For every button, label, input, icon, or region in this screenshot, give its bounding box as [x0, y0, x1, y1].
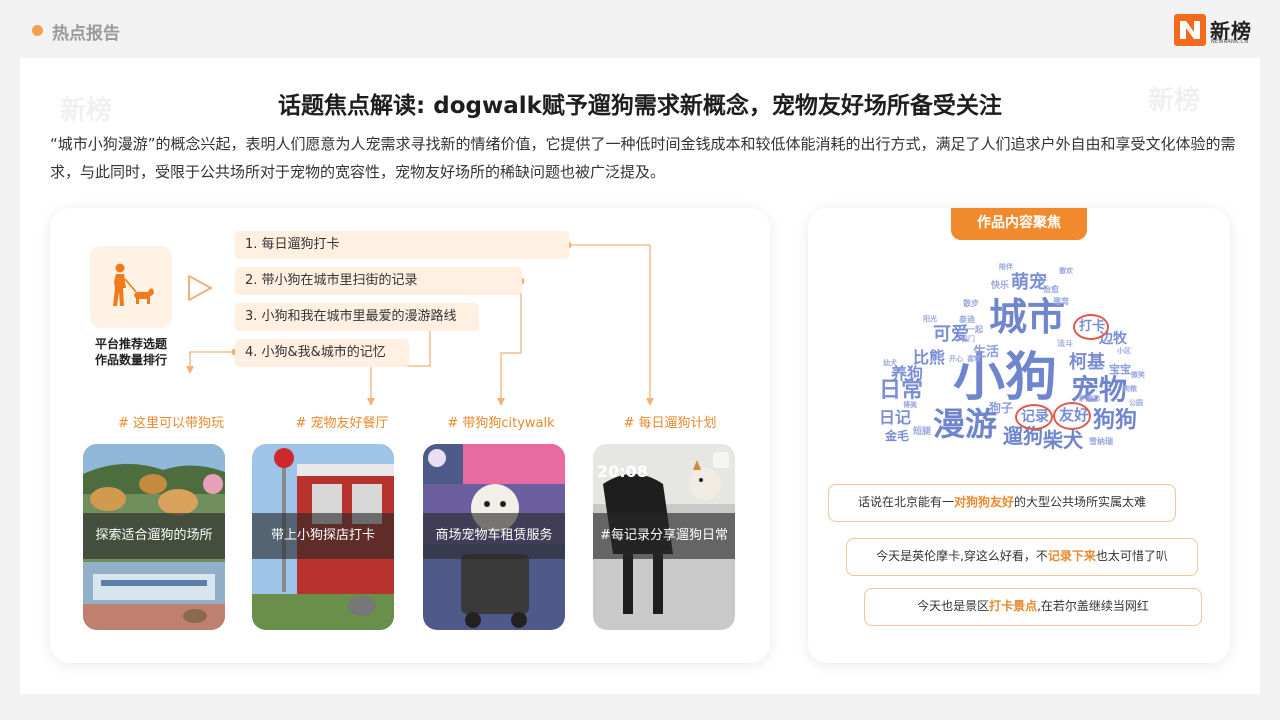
hashtag-3: # 带狗狗citywalk: [447, 416, 555, 431]
word-cloud-word: 散步: [963, 299, 979, 308]
word-cloud-word: 短腿: [913, 427, 932, 437]
word-cloud-word: 狗子: [989, 401, 1014, 415]
ranking-card: 平台推荐选题 作品数量排行 1. 每日遛狗打卡 2. 带小狗在城市里扫街的记录 …: [50, 208, 770, 663]
mall-stroller-photo: 商场宠物车租赁服务: [423, 444, 565, 630]
comment-bubble-3: 今天也是景区打卡景点,在若尔盖继续当网红: [864, 588, 1202, 626]
topic-item-3: 3. 小狗和我在城市里最爱的漫游路线: [235, 303, 479, 331]
word-cloud-word: 出门: [961, 335, 975, 343]
topic-item-4: 4. 小狗&我&城市的记忆: [235, 339, 409, 367]
content-focus-card: 作品内容聚焦 小狗 城市 漫游 宠物 日常 萌宠 可爱 比熊 生活 养狗 柯基 …: [808, 208, 1230, 663]
logo-subtext: NEWRANK.CN: [1211, 39, 1249, 45]
comment-text: 也太可惜了叭: [1095, 549, 1168, 563]
word-cloud-word: 法斗: [1057, 339, 1073, 348]
highlight-circle: [1015, 404, 1053, 430]
comment-text: 话说在北京能有一: [857, 495, 954, 509]
word-cloud-word: 萨摩耶: [1079, 395, 1100, 403]
comment-text: 今天是英伦摩卡,穿这么好看，不: [876, 549, 1048, 563]
highlight-circle: [1073, 314, 1109, 340]
word-cloud-word: 柴犬: [1043, 428, 1083, 452]
word-cloud-word: 柯基: [1069, 352, 1105, 373]
slide-title: 话题焦点解读: dogwalk赋予遛狗需求新概念，宠物友好场所备受关注: [278, 93, 1002, 119]
word-cloud-word: 泰迪: [959, 315, 975, 324]
word-cloud-word: 宝宝: [1109, 363, 1131, 376]
top-bar: 热点报告 新榜 NEWRANK.CN: [0, 0, 1280, 58]
topic-item-1: 1. 每日遛狗打卡: [235, 231, 569, 259]
photo-caption: 商场宠物车租赁服务: [423, 513, 565, 559]
word-cloud-word: 博美: [903, 401, 917, 409]
comment-bubble-2: 今天是英伦摩卡,穿这么好看，不记录下来也太可惜了叭: [846, 538, 1198, 576]
word-cloud-word: 日记: [879, 408, 912, 427]
comment-highlight: 打卡景点: [989, 599, 1038, 613]
word-cloud-word: 遛弯: [1053, 297, 1069, 306]
word-cloud-word: 阳光: [923, 315, 937, 323]
topic-item-2: 2. 带小狗在城市里扫街的记录: [235, 267, 522, 295]
comment-text: 的大型公共场所实属太难: [1014, 495, 1147, 509]
word-cloud-word: 撒欢: [1059, 267, 1073, 275]
word-cloud-word: 养狗: [891, 364, 924, 383]
word-cloud-word: 微笑: [1131, 371, 1145, 379]
word-cloud-word: 小区: [1117, 347, 1131, 355]
word-cloud-word: 一起: [967, 325, 983, 334]
word-cloud-word: 雪纳瑞: [1089, 437, 1113, 446]
dogs-outdoor-photo: 探索适合遛狗的场所: [83, 444, 225, 630]
comment-text: 今天也是景区: [917, 599, 990, 613]
dog-walk-photo: 20:08 #每记录分享遛狗日常: [593, 444, 735, 630]
word-cloud-word: 陪伴: [999, 263, 1013, 271]
hashtag-2: # 宠物友好餐厅: [295, 416, 389, 431]
word-cloud-word: 幼犬: [883, 359, 897, 367]
word-cloud-word: 漫游: [933, 405, 998, 443]
section-label: 热点报告: [52, 24, 120, 44]
hashtag-1: # 这里可以带狗玩: [117, 416, 225, 431]
word-cloud-word: 狗粮: [1123, 385, 1137, 393]
hashtag-4: # 每日遛狗计划: [623, 416, 717, 431]
restaurant-dog-photo: 带上小狗探店打卡: [252, 444, 394, 630]
highlight-circle: [1053, 402, 1091, 430]
photo-time: 20:08: [597, 462, 648, 481]
comment-highlight: 对狗狗友好: [953, 495, 1014, 509]
comment-bubble-1: 话说在北京能有一对狗狗友好的大型公共场所实属太难: [828, 484, 1176, 522]
focus-title: 作品内容聚焦: [951, 208, 1087, 240]
word-cloud-word: 快乐: [991, 281, 1010, 291]
newrank-logo: 新榜 NEWRANK.CN: [1174, 14, 1266, 48]
slide-panel: 新榜 新榜 话题焦点解读: dogwalk赋予遛狗需求新概念，宠物友好场所备受关…: [20, 58, 1260, 694]
word-cloud-word: 公园: [1129, 399, 1143, 407]
word-cloud: 小狗 城市 漫游 宠物 日常 萌宠 可爱 比熊 生活 养狗 柯基 狗狗 遛狗 柴…: [863, 260, 1163, 465]
word-cloud-word: 狗狗: [1093, 408, 1138, 433]
section-dot-icon: [32, 25, 43, 36]
newrank-logo-icon: [1174, 14, 1206, 46]
photo-caption: 探索适合遛狗的场所: [83, 513, 225, 559]
intro-paragraph: “城市小狗漫游”的概念兴起，表明人们愿意为人宠需求寻找新的情绪价值，它提供了一种…: [50, 135, 1236, 181]
comment-highlight: 记录下来: [1047, 549, 1096, 563]
comment-text: ,在若尔盖继续当网红: [1037, 599, 1149, 613]
word-cloud-word: 开心: [949, 355, 963, 363]
photo-caption: 带上小狗探店打卡: [252, 513, 394, 559]
word-cloud-word: 喜欢: [967, 355, 981, 363]
word-cloud-word: 日常: [879, 378, 924, 403]
word-cloud-word: 金毛: [885, 429, 910, 443]
word-cloud-word: 治愈: [1043, 285, 1059, 294]
photo-caption: #每记录分享遛狗日常: [593, 513, 735, 559]
word-cloud-word: 萌宠: [1011, 272, 1047, 293]
